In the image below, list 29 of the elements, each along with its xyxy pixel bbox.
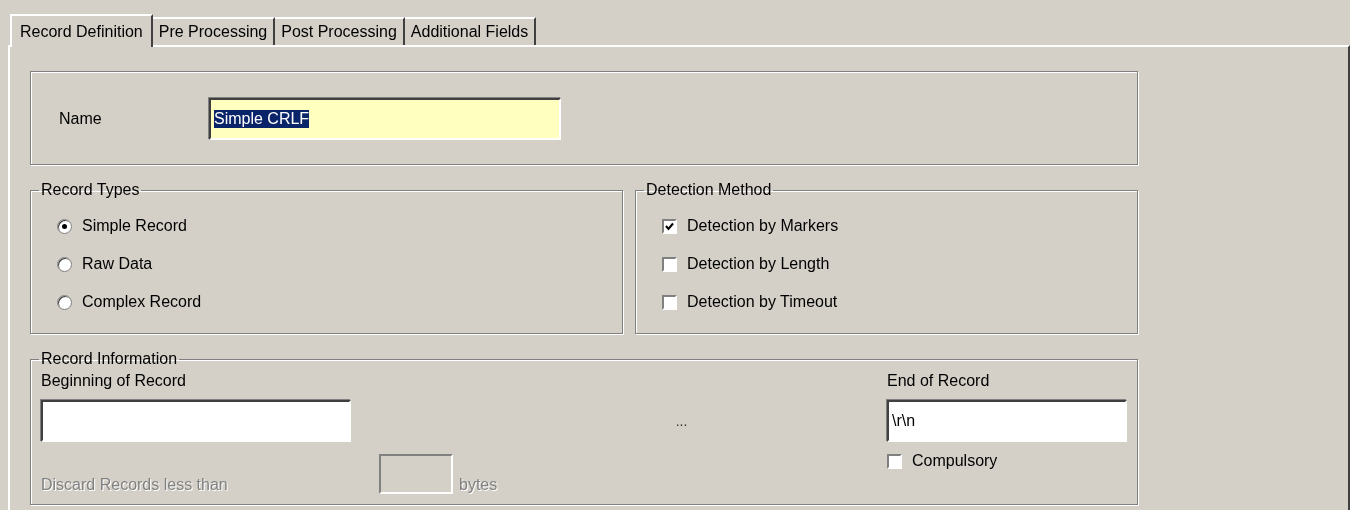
end-field[interactable]: \r\n — [887, 400, 1127, 442]
option-label: Compulsory — [912, 452, 998, 470]
checkbox[interactable] — [662, 218, 677, 234]
unit-label: bytes — [459, 476, 498, 494]
checkbox[interactable] — [662, 294, 677, 310]
tab[interactable]: Record Definition — [10, 14, 153, 47]
checkbox[interactable] — [662, 256, 677, 272]
discard-label: Discard Records less than — [41, 476, 229, 494]
field-label: Beginning of Record — [41, 372, 187, 390]
tab[interactable]: Post Processing — [275, 17, 405, 45]
name-field[interactable]: Simple CRLF — [209, 98, 561, 140]
checkbox[interactable] — [887, 453, 902, 469]
field-label: End of Record — [887, 372, 991, 390]
option-label: Detection by Length — [687, 255, 830, 273]
tab[interactable]: Pre Processing — [152, 17, 276, 45]
beginning-field[interactable] — [41, 400, 351, 442]
option-label: Raw Data — [82, 255, 153, 273]
group-title: Detection Method — [645, 181, 773, 199]
option-label: Complex Record — [82, 293, 202, 311]
group-title: Record Types — [40, 181, 141, 199]
bytes-field[interactable] — [379, 454, 453, 494]
ellipsis-text: ... — [674, 413, 688, 429]
option-label: Detection by Markers — [687, 217, 839, 235]
group-title: Record Information — [40, 350, 179, 368]
option-label: Simple Record — [82, 217, 187, 235]
check-icon — [665, 221, 674, 231]
tab[interactable]: Additional Fields — [404, 17, 537, 45]
name-label: Name — [59, 110, 103, 128]
option-label: Detection by Timeout — [687, 293, 838, 311]
